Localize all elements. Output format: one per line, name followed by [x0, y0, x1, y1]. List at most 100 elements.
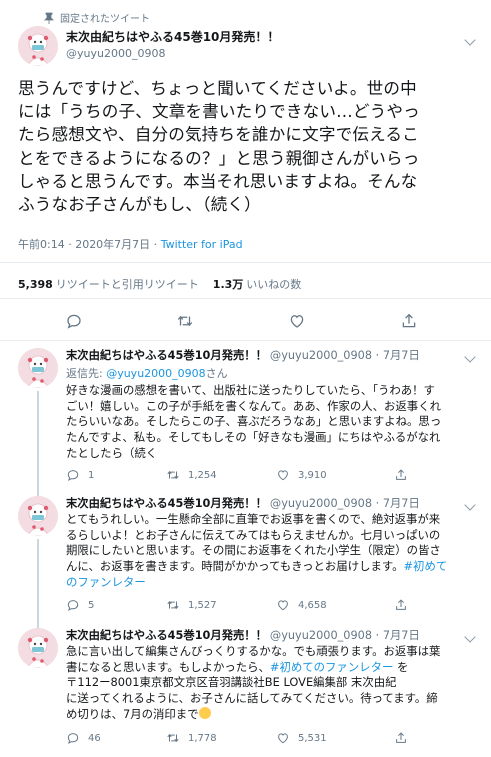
- retweet-icon: [166, 468, 180, 482]
- reply-button[interactable]: 1: [66, 468, 94, 482]
- like-button[interactable]: 4,658: [276, 598, 327, 612]
- avatar-image: [18, 26, 58, 66]
- like-icon: [276, 731, 290, 745]
- retweet-count: 5,398: [18, 278, 53, 291]
- hashtag-link[interactable]: のファンレター: [66, 575, 146, 589]
- like-button[interactable]: 5,531: [276, 731, 327, 745]
- avatar[interactable]: [18, 348, 58, 388]
- hashtag-link[interactable]: #初めてのファンレター: [270, 660, 393, 674]
- share-button[interactable]: [398, 310, 420, 332]
- caret-down-icon[interactable]: [464, 631, 476, 643]
- reply-header: 末次由紀ちはやふる45巻10月発売！！ @yuyu2000_0908 · 7月7日: [66, 495, 420, 511]
- thread-line: [37, 539, 39, 621]
- like-button[interactable]: [286, 310, 308, 332]
- retweet-button[interactable]: 1,254: [166, 468, 217, 482]
- like-count: 3,910: [298, 469, 327, 481]
- share-button[interactable]: [394, 468, 408, 482]
- retweet-icon: [166, 731, 180, 745]
- like-button[interactable]: 3,910: [276, 468, 327, 482]
- reply-to-prefix: 返信先:: [66, 367, 107, 380]
- author-name[interactable]: 末次由紀ちはやふる45巻10月発売！！: [66, 497, 267, 510]
- author-name[interactable]: 末次由紀ちはやふる45巻10月発売！！: [66, 349, 267, 362]
- reply-icon: [66, 598, 80, 612]
- avatar[interactable]: [18, 496, 58, 536]
- divider: [0, 262, 491, 263]
- thread-line: [37, 621, 39, 628]
- tweet-meta: 午前0:14 · 2020年7月7日 · Twitter for iPad: [18, 236, 243, 252]
- like-icon: [288, 312, 306, 330]
- like-count: 1.3万: [212, 278, 244, 291]
- tweet-text: 好きな漫画の感想を書いて、出版社に送ったりしていたら、「うわあ！す ごい！嬉しい…: [66, 383, 442, 460]
- tweet-actions: 46 1,778 5,531: [66, 731, 466, 747]
- share-icon: [394, 598, 408, 612]
- caret-down-icon[interactable]: [464, 499, 476, 511]
- pinned-label-text: 固定されたツイート: [60, 14, 150, 25]
- thread-line: [37, 391, 39, 489]
- reply-count: 1: [88, 469, 95, 481]
- reply-tweet[interactable]: 末次由紀ちはやふる45巻10月発売！！ @yuyu2000_0908 · 7月7日…: [0, 489, 491, 621]
- author-handle[interactable]: @yuyu2000_0908 · 7月7日: [270, 629, 420, 642]
- retweet-button[interactable]: [174, 310, 196, 332]
- tweet-text: 思うんですけど、ちょっと聞いてくださいよ。世の中 には「うちの子、文章を書いたり…: [18, 79, 420, 215]
- caret-down-icon[interactable]: [464, 34, 476, 46]
- reply-icon: [66, 468, 80, 482]
- like-stat-label: いいねの数: [246, 278, 302, 291]
- retweet-button[interactable]: 1,778: [166, 731, 217, 745]
- tweet-actions: 1 1,254 3,910: [66, 468, 466, 484]
- reply-to-suffix: さん: [205, 367, 228, 380]
- like-icon: [276, 598, 290, 612]
- share-icon: [400, 312, 418, 330]
- reply-button[interactable]: [63, 310, 85, 332]
- retweet-icon: [176, 312, 194, 330]
- reply-to-handle[interactable]: @yuyu2000_0908: [106, 367, 205, 380]
- reply-to-line: 返信先: @yuyu2000_0908さん: [66, 365, 228, 381]
- tweet-client[interactable]: Twitter for iPad: [161, 238, 243, 251]
- like-stat[interactable]: 1.3万 いいねの数: [213, 276, 302, 292]
- author-handle[interactable]: @yuyu2000_0908: [66, 47, 165, 60]
- reply-count: 46: [88, 732, 101, 744]
- pinned-tweet-label: 固定されたツイート: [44, 10, 150, 25]
- author-name[interactable]: 末次由紀ちはやふる45巻10月発売！！: [66, 629, 267, 642]
- hashtag-link[interactable]: #初めて: [404, 559, 448, 573]
- caret-down-icon[interactable]: [464, 351, 476, 363]
- tweet-text: 急に言い出して編集さんびっくりするかな。でも頑張ります。お返事は葉 書になると思…: [66, 644, 478, 723]
- reply-icon: [66, 731, 80, 745]
- divider: [0, 298, 491, 299]
- reply-button[interactable]: 46: [66, 731, 101, 745]
- tweet-text: とてもうれしい。一生懸命全部に直筆でお返事を書くので、絶対返事が来 るらしいよ！…: [66, 512, 478, 591]
- tweet-actions: 5 1,527 4,658: [66, 598, 466, 614]
- avatar-image: [18, 348, 58, 388]
- reply-button[interactable]: 5: [66, 598, 94, 612]
- retweet-stat-label: リツイートと引用リツイート: [55, 278, 199, 291]
- retweet-count: 1,778: [188, 732, 217, 744]
- tweet-actions: [0, 310, 491, 334]
- avatar[interactable]: [18, 628, 58, 668]
- tweet-text-main: とてもうれしい。一生懸命全部に直筆でお返事を書くので、絶対返事が来 るらしいよ！…: [66, 512, 441, 574]
- like-icon: [276, 468, 290, 482]
- hugging-face-emoji-icon: [198, 706, 211, 719]
- thread-line: [37, 489, 39, 496]
- retweet-count: 1,527: [188, 599, 217, 611]
- author-name[interactable]: 末次由紀ちはやふる45巻10月発売！！: [66, 28, 279, 45]
- tweet-stats: 5,398 リツイートと引用リツイート 1.3万 いいねの数: [18, 276, 301, 292]
- avatar[interactable]: [18, 26, 58, 66]
- avatar-image: [18, 496, 58, 536]
- pin-icon: [44, 12, 54, 24]
- retweet-button[interactable]: 1,527: [166, 598, 217, 612]
- author-handle[interactable]: @yuyu2000_0908 · 7月7日: [270, 349, 420, 362]
- reply-icon: [65, 312, 83, 330]
- reply-header: 末次由紀ちはやふる45巻10月発売！！ @yuyu2000_0908 · 7月7日: [66, 627, 420, 643]
- like-count: 5,531: [298, 732, 327, 744]
- reply-tweet[interactable]: 末次由紀ちはやふる45巻10月発売！！ @yuyu2000_0908 · 7月7日…: [0, 341, 491, 489]
- reply-header: 末次由紀ちはやふる45巻10月発売！！ @yuyu2000_0908 · 7月7日: [66, 347, 420, 363]
- share-button[interactable]: [394, 731, 408, 745]
- avatar-image: [18, 628, 58, 668]
- share-button[interactable]: [394, 598, 408, 612]
- tweet-time[interactable]: 午前0:14 · 2020年7月7日 ·: [18, 238, 161, 251]
- like-count: 4,658: [298, 599, 327, 611]
- reply-tweet[interactable]: 末次由紀ちはやふる45巻10月発売！！ @yuyu2000_0908 · 7月7日…: [0, 621, 491, 757]
- retweet-stat[interactable]: 5,398 リツイートと引用リツイート: [18, 276, 199, 292]
- author-handle[interactable]: @yuyu2000_0908 · 7月7日: [270, 497, 420, 510]
- retweet-count: 1,254: [188, 469, 217, 481]
- reply-count: 5: [88, 599, 95, 611]
